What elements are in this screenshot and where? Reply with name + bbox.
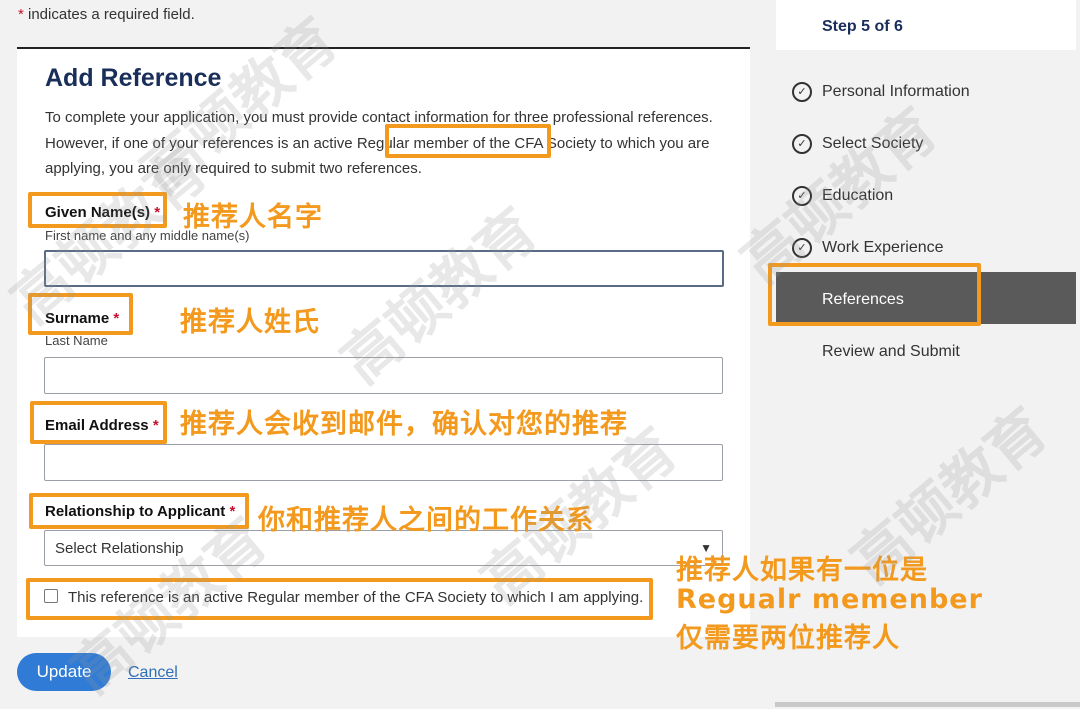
- step-label[interactable]: Education: [822, 187, 893, 205]
- annotation-box-relationship: [29, 493, 249, 529]
- step-label[interactable]: Select Society: [822, 135, 923, 153]
- relationship-selected-value: Select Relationship: [55, 539, 184, 557]
- form-title: Add Reference: [45, 64, 222, 92]
- annotation-box-references-step: [768, 263, 981, 326]
- check-circle-icon: ✓: [792, 186, 812, 206]
- annotation-box-regular-member: [385, 124, 551, 158]
- annotation-box-email: [30, 401, 167, 444]
- step-education[interactable]: [776, 170, 1076, 222]
- annotation-box-member-checkbox: [26, 578, 653, 620]
- step-review-and-submit[interactable]: Review and Submit: [822, 343, 960, 361]
- step-select-society[interactable]: [776, 118, 1076, 170]
- required-field-note: * indicates a required field.: [18, 6, 195, 23]
- annotation-given-name: 推荐人名字: [183, 202, 323, 233]
- annotation-box-surname: [28, 293, 133, 335]
- given-name-input[interactable]: [44, 250, 724, 287]
- step-header: [776, 0, 1076, 50]
- annotation-member-line2: Regualr memenber: [676, 584, 983, 615]
- surname-help: Last Name: [45, 333, 108, 348]
- required-note-text: indicates a required field.: [23, 6, 195, 23]
- email-input[interactable]: [44, 444, 723, 481]
- annotation-member-line1: 推荐人如果有一位是: [676, 555, 928, 586]
- bottom-scroll-bar: [775, 702, 1080, 707]
- annotation-surname: 推荐人姓氏: [180, 307, 320, 338]
- step-counter: Step 5 of 6: [822, 18, 903, 35]
- annotation-relationship: 你和推荐人之间的工作关系: [258, 505, 594, 536]
- surname-input[interactable]: [44, 357, 723, 394]
- annotation-box-given-name: [28, 192, 167, 228]
- update-button[interactable]: Update: [17, 653, 111, 691]
- check-circle-icon: ✓: [792, 238, 812, 258]
- annotation-email: 推荐人会收到邮件，确认对您的推荐: [180, 409, 628, 440]
- step-label[interactable]: Personal Information: [822, 83, 970, 101]
- check-circle-icon: ✓: [792, 82, 812, 102]
- cancel-link[interactable]: Cancel: [128, 664, 178, 682]
- step-label[interactable]: Work Experience: [822, 239, 944, 257]
- check-circle-icon: ✓: [792, 134, 812, 154]
- intro-text: To complete your application, you must p…: [45, 109, 713, 177]
- annotation-member-line3: 仅需要两位推荐人: [676, 623, 900, 654]
